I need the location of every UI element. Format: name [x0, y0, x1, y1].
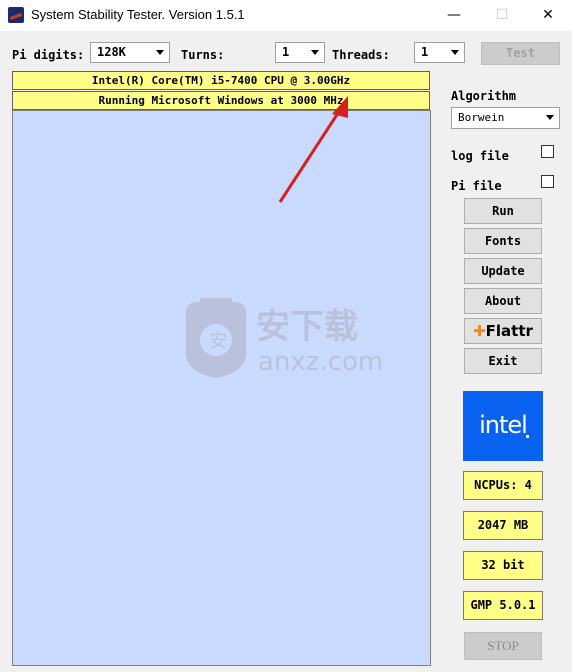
pi-digits-label: Pi digits: — [12, 48, 85, 62]
fonts-button[interactable]: Fonts — [464, 228, 542, 254]
exit-button[interactable]: Exit — [464, 348, 542, 374]
algorithm-label: Algorithm — [451, 89, 517, 103]
os-info-bar: Running Microsoft Windows at 3000 MHz — [12, 91, 430, 110]
stop-button[interactable]: STOP — [464, 632, 542, 660]
chevron-down-icon — [156, 50, 164, 55]
log-file-label: log file — [451, 149, 509, 163]
pi-file-label: Pi file — [451, 179, 502, 193]
threads-label: Threads: — [332, 48, 390, 62]
about-button[interactable]: About — [464, 288, 542, 314]
annotation-arrow — [278, 96, 348, 203]
watermark-domain: anxz.com — [258, 347, 383, 377]
flattr-button[interactable]: ✚Flattr — [464, 318, 542, 344]
threads-value: 1 — [421, 45, 429, 59]
watermark-cn: 安下载 — [256, 307, 358, 347]
watermark-logo: 安 安下载 anxz.com — [186, 298, 383, 378]
ncpus-box: NCPUs: 4 — [463, 471, 543, 500]
intel-logo-dot — [526, 435, 529, 438]
chevron-down-icon — [451, 50, 459, 55]
turns-select[interactable]: 1 — [275, 42, 325, 63]
turns-label: Turns: — [181, 48, 225, 62]
chevron-down-icon — [311, 50, 319, 55]
close-button[interactable]: ✕ — [525, 0, 571, 31]
title-bar: System Stability Tester. Version 1.5.1 —… — [0, 0, 572, 31]
threads-select[interactable]: 1 — [414, 42, 465, 63]
flattr-icon: ✚ — [473, 322, 486, 340]
watermark-glyph: 安 — [209, 331, 227, 352]
update-button[interactable]: Update — [464, 258, 542, 284]
chevron-down-icon — [546, 115, 554, 120]
minimize-button[interactable]: — — [431, 0, 477, 31]
arrow-shaft — [278, 109, 342, 203]
output-panel[interactable] — [12, 110, 431, 666]
gmp-version-box: GMP 5.0.1 — [463, 591, 543, 620]
algorithm-value: Borwein — [458, 111, 505, 124]
pi-digits-value: 128K — [97, 45, 126, 59]
memory-box: 2047 MB — [463, 511, 543, 540]
intel-logo: intel — [463, 391, 543, 461]
flattr-label: Flattr — [485, 322, 533, 340]
window-title: System Stability Tester. Version 1.5.1 — [31, 7, 245, 22]
app-icon — [8, 7, 24, 23]
algorithm-select[interactable]: Borwein — [451, 107, 560, 129]
bits-box: 32 bit — [463, 551, 543, 580]
log-file-checkbox[interactable] — [541, 145, 554, 158]
arrow-head — [332, 96, 348, 118]
turns-value: 1 — [282, 45, 290, 59]
cpu-info-bar: Intel(R) Core(TM) i5-7400 CPU @ 3.00GHz — [12, 71, 430, 90]
run-button[interactable]: Run — [464, 198, 542, 224]
intel-logo-text: intel — [479, 411, 528, 439]
test-button[interactable]: Test — [481, 42, 560, 65]
pi-digits-select[interactable]: 128K — [90, 42, 170, 63]
maximize-button[interactable]: ☐ — [479, 0, 525, 31]
pi-file-checkbox[interactable] — [541, 175, 554, 188]
